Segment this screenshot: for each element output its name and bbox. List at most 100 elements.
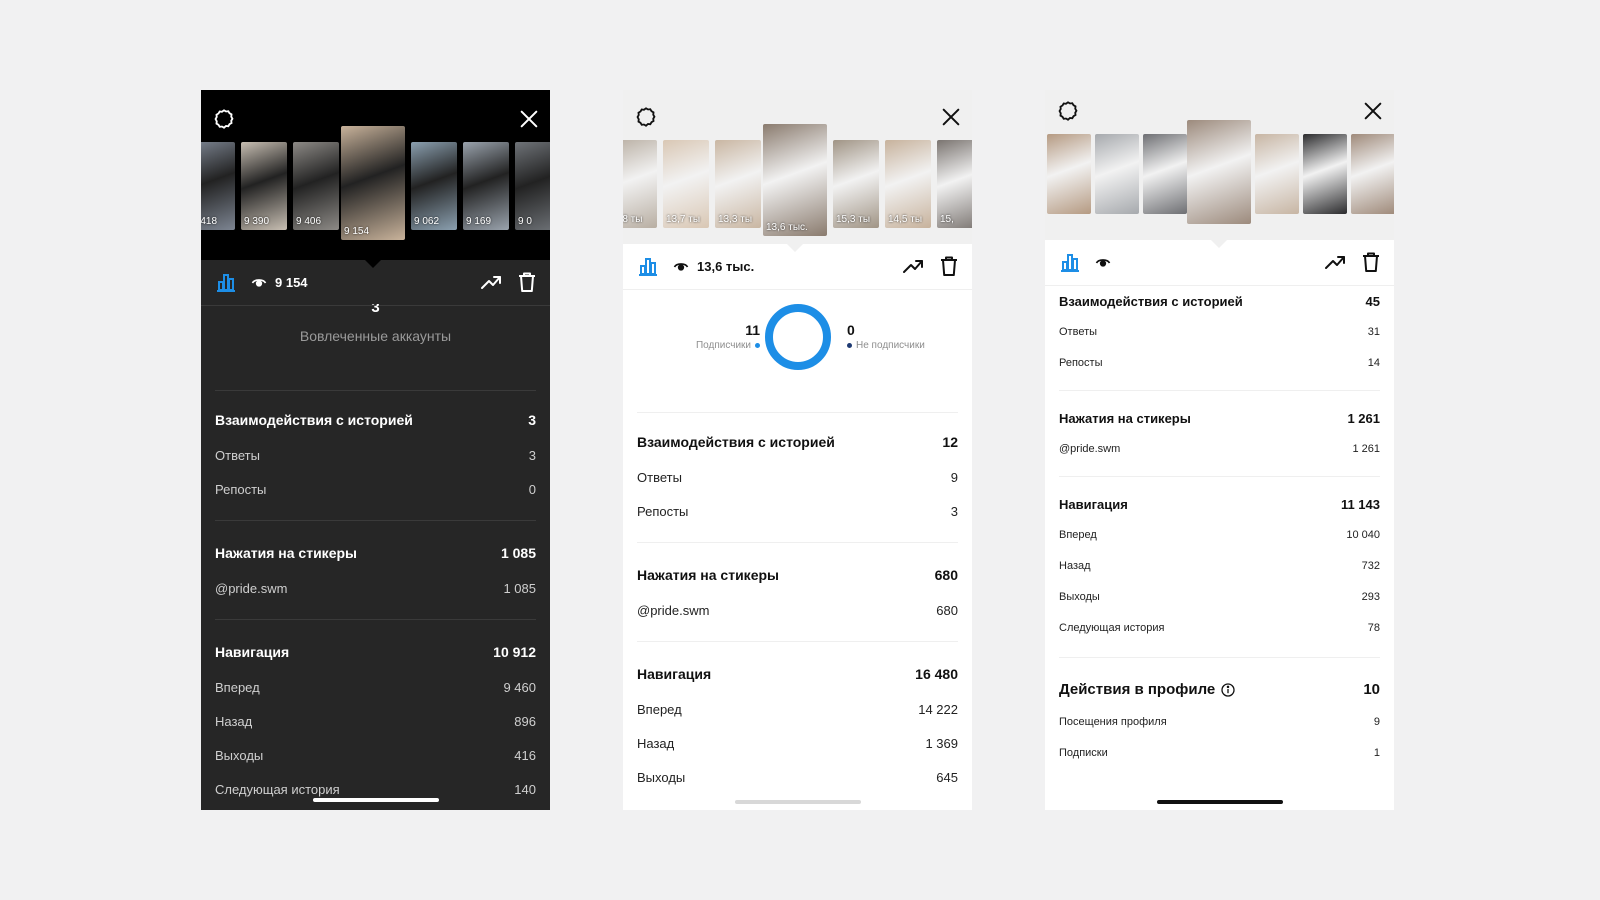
section-title: Взаимодействия с историей [215,412,413,428]
accounts-count-partial: 3 [371,304,380,316]
story-thumbnail-selected[interactable]: 13,6 тыс. [763,124,827,236]
trending-icon[interactable] [1324,251,1346,273]
section-header: Нажатия на стикеры 1 085 [215,535,536,571]
metric-label: @pride.swm [215,580,288,596]
metric-row: @pride.swm 1 261 [1059,433,1380,464]
section-title: Навигация [215,644,290,660]
eye-icon[interactable] [673,258,689,274]
view-count: 13,6 тыс. [697,258,755,274]
story-thumbnail[interactable]: 15,3 ты [833,140,879,228]
metric-label: Репосты [215,481,267,497]
metric-row: Вперед 14 222 [637,692,958,726]
section-title: Навигация [1059,496,1128,512]
trending-icon[interactable] [480,271,502,293]
section-header: Навигация 16 480 [637,656,958,692]
story-thumbnail[interactable] [1143,134,1187,214]
trending-icon[interactable] [902,255,924,277]
metric-value: 732 [1361,559,1380,572]
metric-label: Репосты [1059,356,1103,369]
metric-label: Следующая история [1059,621,1165,634]
thumbnail-view-count: 9 418 [201,216,218,227]
metric-label: Ответы [637,469,682,485]
metric-value: 78 [1367,621,1380,634]
metric-label: Следующая история [215,781,340,797]
bar-chart-icon[interactable] [637,255,659,277]
thumbnail-view-count: 3,8 ты [623,214,643,225]
story-thumbnail[interactable]: 3,8 ты [623,140,657,228]
metric-row: Вперед 9 460 [215,670,536,704]
story-thumbnail[interactable]: 9 0 [515,142,550,230]
story-thumbnail[interactable] [1047,134,1091,214]
trash-icon[interactable] [1360,251,1382,273]
settings-gear-icon[interactable] [1057,100,1079,122]
story-thumbnail-strip[interactable] [1045,120,1394,254]
metric-value: 9 460 [503,679,536,695]
story-thumbnail[interactable] [1255,134,1299,214]
story-thumbnail[interactable] [1351,134,1394,214]
section-header: Взаимодействия с историей 3 [215,402,536,438]
section-divider [215,520,536,521]
metric-value: 14 [1367,356,1380,369]
story-thumbnail[interactable]: 13,3 ты [715,140,761,228]
story-thumbnail[interactable]: 9 062 [411,142,457,230]
metric-row: Репосты 3 [637,494,958,528]
metric-row: Подписки 1 [1059,737,1380,768]
story-thumbnail[interactable]: 13,7 ты [663,140,709,228]
story-thumbnail[interactable]: 9 169 [463,142,509,230]
story-thumbnail[interactable]: 15, [937,140,972,228]
story-thumbnail-selected[interactable] [1187,120,1251,224]
followers-label-row: Подписчики [696,340,760,351]
section-divider [1059,476,1380,477]
engaged-accounts-label: Вовлеченные аккаунты [299,328,452,344]
section-divider [637,542,958,543]
thumbnail-view-count: 9 0 [518,216,532,227]
metric-row: Ответы 9 [637,460,958,494]
trash-icon[interactable] [516,271,538,293]
section-header: Нажатия на стикеры 1 261 [1059,403,1380,433]
metric-label: Ответы [1059,325,1098,338]
story-thumbnail-strip[interactable]: 3,8 ты 13,7 ты 13,3 ты 13,6 тыс. 15,3 ты 14,5… [623,124,972,258]
eye-icon[interactable] [251,274,267,290]
section-title: Нажатия на стикеры [637,567,779,583]
section-divider [637,641,958,642]
thumbnail-view-count: 13,3 ты [718,214,753,225]
story-thumbnail-selected[interactable]: 9 154 [341,126,405,240]
story-thumbnail[interactable]: 9 406 [293,142,339,230]
section-total: 1 085 [500,545,536,561]
metric-value: 645 [936,769,958,785]
section-total: 12 [942,434,958,450]
story-insights-screen-dark: 9 4189 3909 4069 1549 0629 1699 09 1543В… [201,90,550,810]
eye-icon[interactable] [1095,254,1111,270]
trash-icon[interactable] [938,255,960,277]
story-thumbnail[interactable] [1095,134,1139,214]
story-thumbnail[interactable] [1303,134,1347,214]
metric-row: Выходы 645 [637,760,958,794]
metric-row: Назад 896 [215,704,536,738]
thumbnail-view-count: 9 406 [296,216,322,227]
story-thumbnail-strip[interactable]: 9 418 9 390 9 406 9 154 9 062 9 169 9 0 [201,126,550,260]
non-followers-dot [847,342,852,348]
home-indicator [735,800,861,804]
toolbar-left: 13,6 тыс. [637,255,754,277]
close-icon[interactable] [1362,100,1384,122]
bar-chart-icon[interactable] [215,271,237,293]
bar-chart-icon[interactable] [1059,251,1081,273]
metric-label: Подписки [1059,746,1108,759]
metric-label: Репосты [637,503,689,519]
section-total: 1 261 [1347,410,1380,426]
metric-row: Назад 1 369 [637,726,958,760]
story-thumbnail[interactable]: 9 418 [201,142,235,230]
section-total: 3 [528,412,536,428]
home-indicator [313,798,439,802]
section-divider [1059,390,1380,391]
metric-label: Выходы [215,747,264,763]
section-header: Взаимодействия с историей 45 [1059,286,1380,316]
metric-row: Назад 732 [1059,550,1380,581]
info-icon[interactable] [1221,682,1235,697]
story-thumbnail[interactable]: 9 390 [241,142,287,230]
followers-stat: 11 Подписчики [696,322,760,351]
profile-actions-title: Действия в профиле [1059,680,1216,698]
story-thumbnail[interactable]: 14,5 ты [885,140,931,228]
metric-row: Выходы 416 [215,738,536,772]
metric-value: 3 [528,447,536,463]
